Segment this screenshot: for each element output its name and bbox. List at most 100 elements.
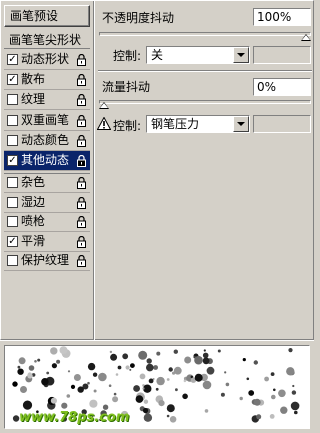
brush-dot [41,378,49,386]
flow-control-select[interactable]: 钢笔压力 [146,115,250,133]
brush-dot [220,392,225,397]
flow-jitter-slider-track[interactable] [99,100,311,104]
brush-option-item[interactable]: 喷枪 [4,212,90,232]
opacity-jitter-slider-thumb[interactable] [301,34,311,41]
brush-dot [280,406,288,414]
flow-control-extra-field [253,115,311,133]
brush-dot [17,368,24,375]
option-checkbox[interactable] [7,115,18,126]
column-divider [93,1,95,341]
brush-dot [77,386,84,393]
brush-dot [286,367,295,376]
opacity-jitter-slider-track[interactable] [99,32,311,36]
brush-dot [93,389,97,393]
brush-dot [242,358,246,362]
brush-option-item[interactable]: 杂色 [4,173,90,193]
option-checkbox[interactable]: ✓ [7,54,18,65]
option-checkbox[interactable] [7,135,18,146]
option-label: 双重画笔 [21,113,70,127]
brush-dot [246,377,250,381]
brush-dot [129,368,132,371]
lock-icon[interactable] [77,215,86,228]
brush-dot [256,414,262,420]
brush-dot [34,360,37,363]
brush-dot [225,382,230,387]
brush-dot [155,387,159,391]
brush-option-item[interactable]: 保护纹理 [4,251,90,271]
opacity-jitter-label: 不透明度抖动 [102,11,175,25]
lock-icon[interactable] [77,134,86,147]
brush-dot [73,374,81,381]
lock-icon[interactable] [77,114,86,127]
option-checkbox[interactable]: ✓ [7,155,18,166]
lock-icon[interactable] [77,53,86,66]
brush-option-item[interactable]: 动态颜色 [4,131,90,151]
brush-option-item[interactable]: 湿边 [4,193,90,213]
lock-icon[interactable] [77,73,86,86]
brush-dot [12,381,18,387]
lock-icon[interactable] [77,235,86,248]
option-label: 散布 [21,72,46,86]
brush-dot [183,379,187,383]
brush-option-item[interactable]: ✓ 平滑 [4,232,90,252]
brush-dot [217,349,221,353]
option-label: 平滑 [21,234,46,248]
brush-dot [133,385,141,392]
brush-option-item[interactable]: ✓ 动态形状 [4,50,90,70]
brush-dot [202,352,209,359]
opacity-jitter-input[interactable]: 100% [253,8,311,26]
brush-dot [142,387,145,390]
lock-icon[interactable] [77,176,86,189]
brush-dot [108,384,112,387]
option-checkbox[interactable]: ✓ [7,74,18,85]
brush-tip-shape-item[interactable]: 画笔笔尖形状 [4,31,90,49]
brush-dot [292,384,295,388]
brush-dot [173,366,182,375]
brush-dot [288,348,293,353]
brush-dot [248,390,255,396]
brush-dot [291,390,297,395]
brush-dot [166,404,175,413]
chevron-down-icon[interactable] [233,47,249,63]
brush-dot [166,378,170,381]
brush-dot [224,371,227,374]
brush-dot [130,363,135,368]
opacity-control-value: 关 [151,48,164,62]
option-checkbox[interactable]: ✓ [7,236,18,247]
brush-dot [27,372,32,377]
chevron-down-icon[interactable] [233,116,249,132]
list-divider [4,173,90,174]
option-checkbox[interactable] [7,255,18,266]
lock-icon[interactable] [77,154,86,167]
brush-dot [184,356,192,364]
opacity-control-select[interactable]: 关 [146,46,250,64]
flow-jitter-slider-thumb[interactable] [99,102,109,109]
option-checkbox[interactable] [7,216,18,227]
brush-dot [294,410,298,415]
lock-icon[interactable] [77,196,86,209]
brush-stroke-preview: www.78ps.com [4,345,310,429]
brush-dot [156,376,165,386]
brush-dot [113,392,117,396]
brush-options-list: 画笔预设 画笔笔尖形状 ✓ 动态形状 ✓ 散布 纹理 双重画笔 动态颜色 ✓ 其他动态 杂色 湿边喷… [1,1,93,341]
brush-dot [17,365,21,369]
brush-option-item[interactable]: ✓ 散布 [4,70,90,90]
option-checkbox[interactable] [7,197,18,208]
option-checkbox[interactable] [7,94,18,105]
brush-option-item[interactable]: 双重画笔 [4,111,90,131]
brush-dot [98,372,107,382]
brush-option-item[interactable]: ✓ 其他动态 [4,151,90,171]
flow-jitter-input[interactable]: 0% [253,78,311,96]
option-checkbox[interactable] [7,177,18,188]
lock-icon[interactable] [77,93,86,106]
brush-option-item[interactable]: 纹理 [4,90,90,110]
brush-presets-button[interactable]: 画笔预设 [4,5,90,27]
brush-dot [139,373,146,380]
brush-dot [138,350,148,360]
brush-dot [125,365,130,370]
lock-icon[interactable] [77,254,86,267]
brush-dot [115,373,119,376]
brush-dot [89,399,98,408]
watermark-text: www.78ps.com [19,410,130,425]
opacity-control-label: 控制: [113,49,142,63]
